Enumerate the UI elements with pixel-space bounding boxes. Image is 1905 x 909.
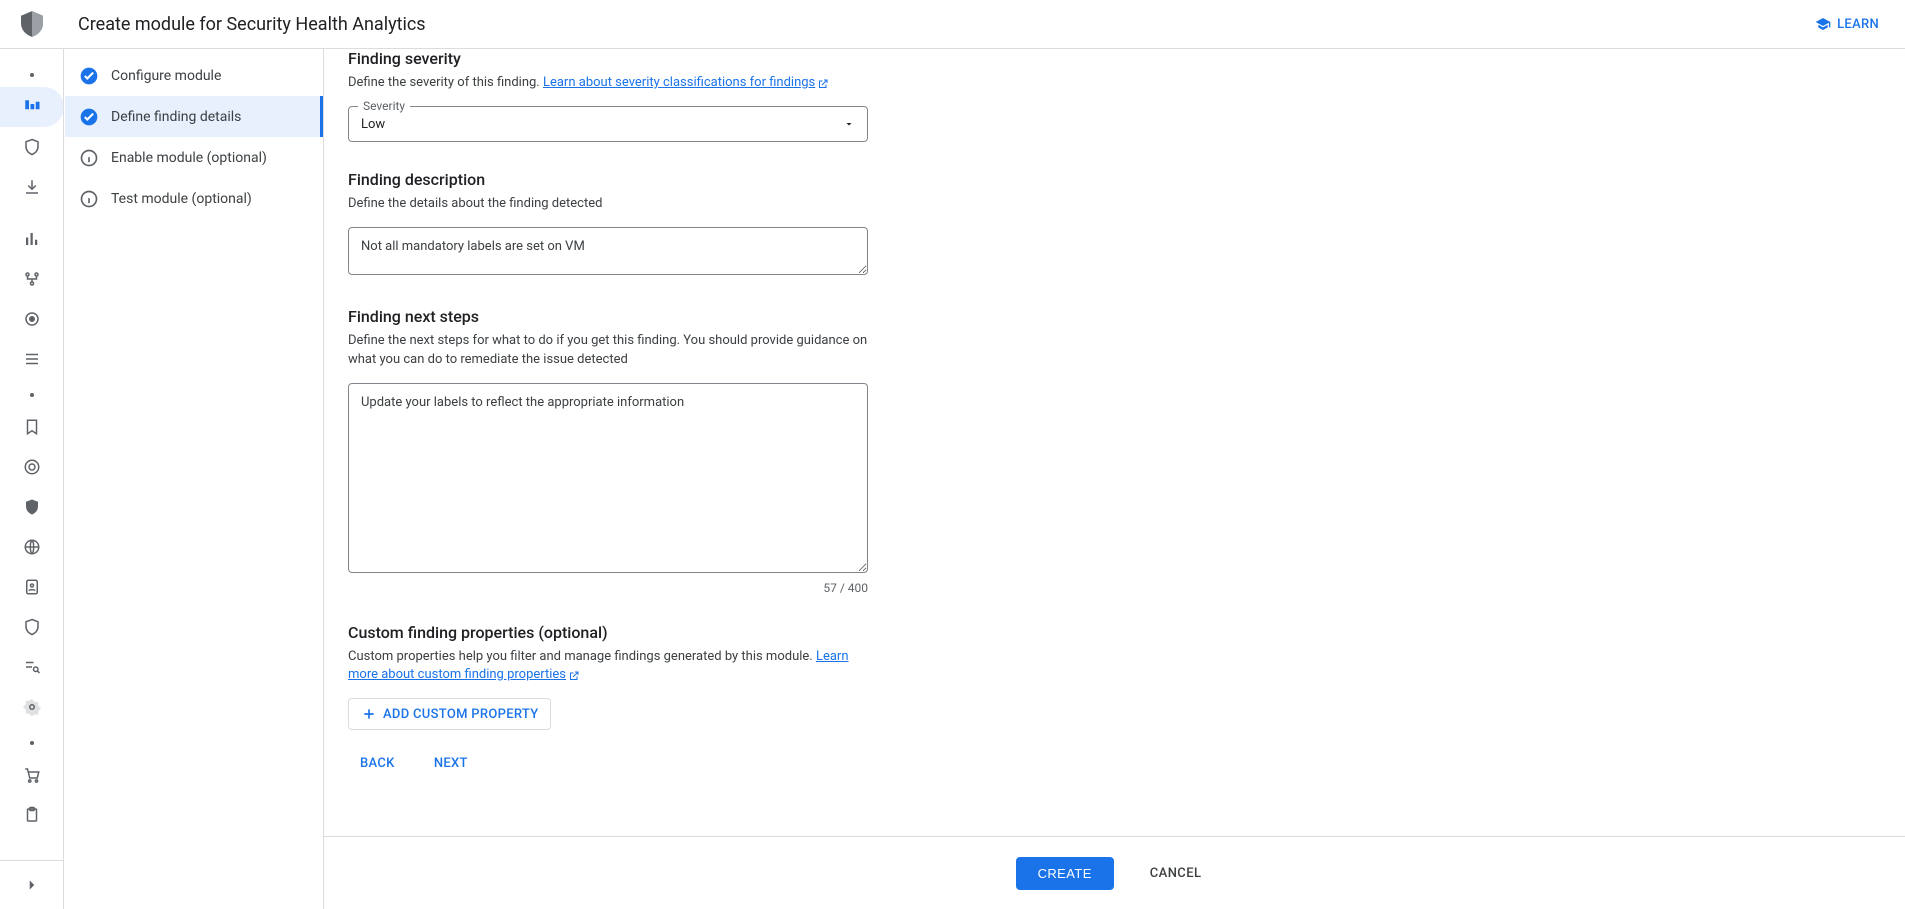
next-button[interactable]: NEXT [422,748,480,779]
search-list-icon [23,658,41,676]
left-nav-rail [0,49,64,909]
section-custom-properties: Custom finding properties (optional) Cus… [348,623,1881,779]
rail-clipboard[interactable] [12,797,52,833]
cancel-button[interactable]: CANCEL [1138,857,1214,890]
step-enable-module[interactable]: Enable module (optional) [65,137,323,178]
page-title: Create module for Security Health Analyt… [64,14,1805,35]
rail-scan[interactable] [12,301,52,337]
product-logo [0,11,64,37]
external-link-icon [566,670,580,682]
rail-section-dot-3 [30,741,34,745]
id-badge-icon [23,578,41,596]
stepper-sidebar: Configure module Define finding details … [65,49,324,909]
page-header: Create module for Security Health Analyt… [0,0,1905,49]
severity-float-label: Severity [358,99,410,113]
severity-value: Low [361,117,385,132]
rail-list[interactable] [12,341,52,377]
next-steps-char-count: 57 / 400 [348,581,868,595]
shield-solid-icon [23,498,41,516]
step-label: Enable module (optional) [111,150,267,166]
description-textarea-wrap [348,227,868,279]
cart-icon [23,766,41,784]
severity-learn-link[interactable]: Learn about severity classifications for… [543,75,829,90]
step-define-finding-details[interactable]: Define finding details [65,96,323,137]
next-steps-title: Finding next steps [348,307,1881,326]
custom-props-desc-text: Custom properties help you filter and ma… [348,649,816,664]
rail-dashboard[interactable] [12,89,52,125]
section-finding-next-steps: Finding next steps Define the next steps… [348,307,1881,594]
eye-scan-icon [23,310,41,328]
description-desc: Define the details about the finding det… [348,195,868,213]
clipboard-icon [23,806,41,824]
shield-logo-icon [21,11,43,37]
description-title: Finding description [348,170,1881,189]
rail-tree[interactable] [12,261,52,297]
graduation-cap-icon [1815,16,1831,32]
step-nav: BACK NEXT [348,748,1881,779]
custom-props-desc: Custom properties help you filter and ma… [348,648,868,684]
section-finding-description: Finding description Define the details a… [348,170,1881,279]
step-label: Define finding details [111,109,241,125]
rail-shield[interactable] [12,129,52,165]
dashboard-icon [23,98,41,116]
add-custom-property-button[interactable]: ADD CUSTOM PROPERTY [348,698,551,730]
rail-shield2[interactable] [12,609,52,645]
rail-section-dot-2 [30,393,34,397]
bookmark-icon [23,418,41,436]
rail-settings[interactable] [12,689,52,725]
check-circle-icon [77,105,101,129]
severity-select-wrap: Severity Low [348,106,868,142]
rail-badge[interactable] [12,569,52,605]
severity-desc-text: Define the severity of this finding. [348,75,543,90]
next-steps-textarea[interactable] [348,383,868,573]
step-test-module[interactable]: Test module (optional) [65,178,323,219]
description-textarea[interactable] [348,227,868,275]
shield-outline-icon [23,138,41,156]
severity-desc: Define the severity of this finding. Lea… [348,74,868,92]
rail-globe[interactable] [12,529,52,565]
step-label: Test module (optional) [111,191,252,207]
shield-outline2-icon [23,618,41,636]
custom-props-title: Custom finding properties (optional) [348,623,1881,642]
settings-icon [23,698,41,716]
rail-cart[interactable] [12,757,52,793]
learn-button[interactable]: LEARN [1805,10,1889,38]
dropdown-arrow-icon [843,118,855,130]
next-steps-textarea-wrap: 57 / 400 [348,383,868,595]
severity-select[interactable]: Low [348,106,868,142]
severity-title: Finding severity [348,49,1881,68]
step-label: Configure module [111,68,221,84]
rail-bookmark[interactable] [12,409,52,445]
rail-expand-button[interactable] [12,861,52,909]
rail-search-list[interactable] [12,649,52,685]
severity-link-text: Learn about severity classifications for… [543,75,815,90]
info-circle-icon [77,146,101,170]
download-icon [23,178,41,196]
info-circle-icon [77,187,101,211]
main-content: Finding severity Define the severity of … [324,49,1905,836]
check-circle-icon [77,64,101,88]
list-icon [23,350,41,368]
external-link-icon [815,78,829,90]
plus-icon [361,706,377,722]
target-icon [23,458,41,476]
add-custom-property-label: ADD CUSTOM PROPERTY [383,707,538,722]
chevron-right-icon [23,876,41,894]
rail-download[interactable] [12,169,52,205]
step-configure-module[interactable]: Configure module [65,55,323,96]
create-button[interactable]: CREATE [1016,857,1114,890]
rail-target[interactable] [12,449,52,485]
globe-icon [23,538,41,556]
rail-shield-solid[interactable] [12,489,52,525]
bar-chart-icon [23,230,41,248]
learn-label: LEARN [1837,17,1879,32]
back-button[interactable]: BACK [348,748,407,779]
rail-chart[interactable] [12,221,52,257]
tree-icon [23,270,41,288]
page-footer: CREATE CANCEL [324,836,1905,909]
next-steps-desc: Define the next steps for what to do if … [348,332,868,368]
rail-section-dot-1 [30,73,34,77]
section-finding-severity: Finding severity Define the severity of … [348,49,1881,142]
